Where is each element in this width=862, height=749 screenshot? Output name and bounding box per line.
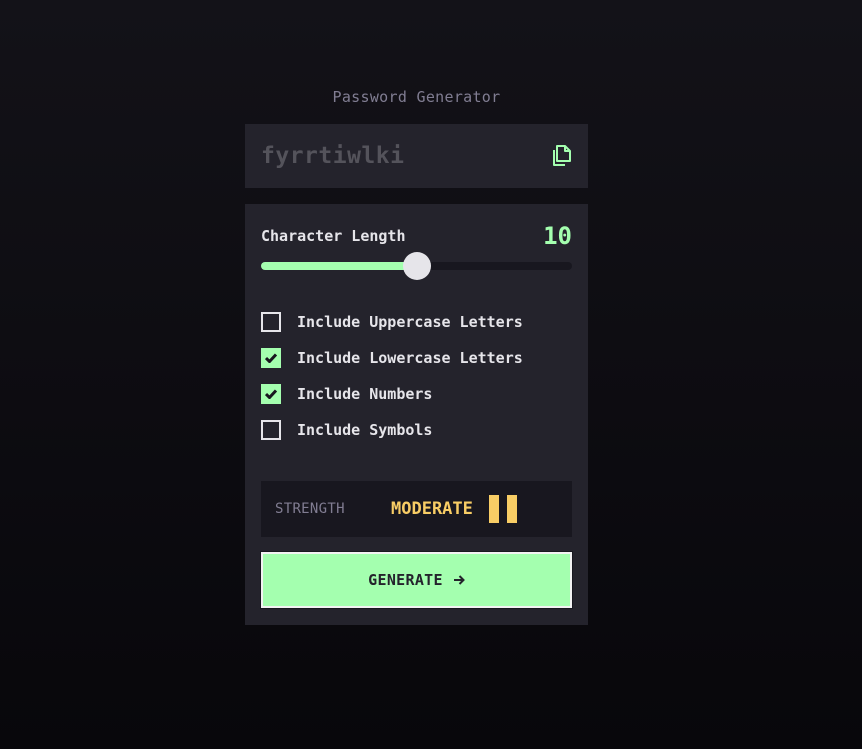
strength-label: STRENGTH — [275, 501, 345, 517]
page-title: Password Generator — [332, 88, 501, 106]
checkbox-uppercase[interactable] — [261, 312, 281, 332]
option-label: Include Symbols — [297, 421, 433, 439]
strength-bars — [488, 495, 517, 523]
strength-bar — [506, 495, 517, 523]
arrow-right-icon — [453, 574, 465, 586]
check-icon — [265, 389, 277, 399]
strength-value: MODERATE — [391, 499, 473, 519]
checkbox-lowercase[interactable] — [261, 348, 281, 368]
option-lowercase[interactable]: Include Lowercase Letters — [261, 340, 572, 376]
option-label: Include Uppercase Letters — [297, 313, 523, 331]
option-symbols[interactable]: Include Symbols — [261, 412, 572, 448]
checkbox-symbols[interactable] — [261, 420, 281, 440]
option-uppercase[interactable]: Include Uppercase Letters — [261, 304, 572, 340]
check-icon — [265, 353, 277, 363]
length-slider[interactable] — [261, 252, 572, 280]
password-output: fyrrtiwlki — [245, 124, 588, 188]
length-row: Character Length 10 — [261, 222, 572, 250]
checkbox-numbers[interactable] — [261, 384, 281, 404]
option-label: Include Lowercase Letters — [297, 349, 523, 367]
option-label: Include Numbers — [297, 385, 433, 403]
character-length-label: Character Length — [261, 227, 406, 245]
copy-icon[interactable] — [550, 145, 572, 167]
slider-thumb[interactable] — [403, 252, 431, 280]
strength-bar — [488, 495, 499, 523]
strength-meter: STRENGTH MODERATE — [261, 481, 572, 537]
option-numbers[interactable]: Include Numbers — [261, 376, 572, 412]
character-length-value: 10 — [543, 222, 572, 250]
generate-label: GENERATE — [368, 571, 443, 589]
options-list: Include Uppercase Letters Include Lowerc… — [261, 304, 572, 448]
generate-button[interactable]: GENERATE — [260, 551, 573, 609]
settings-panel: Character Length 10 Include Uppercase Le… — [245, 204, 588, 625]
slider-fill — [261, 262, 417, 270]
password-text: fyrrtiwlki — [261, 143, 405, 169]
